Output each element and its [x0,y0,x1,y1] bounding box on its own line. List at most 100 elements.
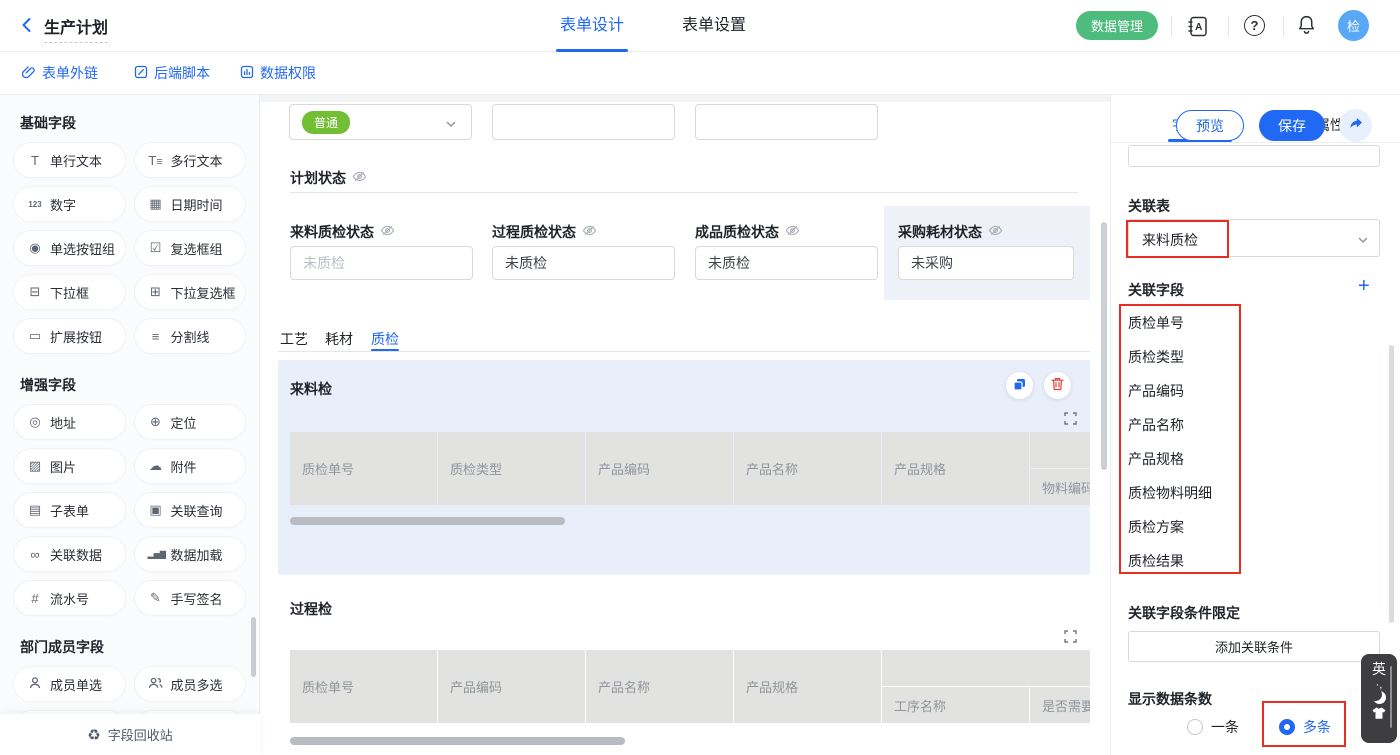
radio-multiple[interactable]: 多条 [1279,717,1331,737]
related-field-item[interactable]: 质检结果 [1128,544,1212,578]
plan-status-field[interactable]: 计划状态 [290,168,367,188]
column-header[interactable]: 产品名称 [734,432,881,505]
page-title[interactable]: 生产计划 [44,14,108,43]
field-item-serial-number[interactable]: #流水号 [14,581,125,615]
condition-label: 关联字段条件限定 [1128,603,1240,623]
related-field-item[interactable]: 产品编码 [1128,374,1212,408]
field-item-member-multi[interactable]: 成员多选 [135,667,246,701]
column-header[interactable]: 产品规格 [882,432,1029,505]
field-item-datetime[interactable]: ▦日期时间 [135,187,246,221]
field-item-number[interactable]: 123数字 [14,187,125,221]
field-item-select[interactable]: ⊟下拉框 [14,275,125,309]
canvas-scrollbar[interactable] [1101,222,1107,470]
column-header[interactable]: 质检单号 [290,650,437,723]
finished-qc-status-input[interactable]: 未质检 [695,246,878,280]
add-field-icon[interactable]: + [1358,276,1370,296]
empty-input-1[interactable] [492,104,675,140]
purchase-status-field[interactable]: 采购耗材状态 [898,222,1003,242]
related-field-item[interactable]: 产品名称 [1128,408,1212,442]
field-item-multi-select[interactable]: ⊞下拉复选框 [135,275,246,309]
data-manage-button[interactable]: 数据管理 [1076,11,1158,40]
app-header: 生产计划 表单设计 表单设置 数据管理 A ? 检 [0,0,1400,52]
moon-icon[interactable] [1373,691,1386,704]
field-item-relation-data[interactable]: ∞关联数据 [14,537,125,571]
eye-off-icon [352,169,367,187]
field-item-multi-line-text[interactable]: T≡多行文本 [135,143,246,177]
field-item-single-line-text[interactable]: T单行文本 [14,143,125,177]
ime-punctuation-icon[interactable]: ·, [1376,682,1383,688]
process-qc-status-field[interactable]: 过程质检状态 [492,222,597,242]
tab-form-settings[interactable]: 表单设置 [682,0,746,52]
column-header[interactable]: 产品编码 [438,650,585,723]
copy-field-button[interactable] [1006,372,1033,399]
process-qc-status-input[interactable]: 未质检 [492,246,675,280]
column-header[interactable]: 工序名称 [882,687,1029,723]
field-item-subform[interactable]: ▤子表单 [14,493,125,527]
column-header[interactable]: 质检单号 [290,432,437,505]
finished-qc-status-field[interactable]: 成品质检状态 [695,222,800,242]
radio-selected-icon [1279,719,1295,735]
field-item-radio-group[interactable]: ◉单选按钮组 [14,231,125,265]
chevron-down-icon [1357,233,1369,249]
column-header[interactable]: 产品名称 [586,650,733,723]
field-item-image[interactable]: ▨图片 [14,449,125,483]
field-item-extend-button[interactable]: ▭扩展按钮 [14,319,125,353]
expand-icon[interactable] [1064,412,1077,428]
process-inspection-title[interactable]: 过程检 [290,599,332,619]
expand-icon[interactable] [1064,630,1077,646]
related-field-item[interactable]: 产品规格 [1128,442,1212,476]
field-item-attachment[interactable]: ☁附件 [135,449,246,483]
script-icon [134,65,148,82]
related-field-item[interactable]: 质检类型 [1128,340,1212,374]
field-item-member-single[interactable]: 成员单选 [14,667,125,701]
field-item-signature[interactable]: ✎手写签名 [135,581,246,615]
shirt-icon[interactable] [1372,707,1386,723]
form-external-link[interactable]: 表单外链 [22,52,98,94]
canvas-tab-craft[interactable]: 工艺 [280,329,308,349]
add-condition-button[interactable]: 添加关联条件 [1128,631,1380,662]
incoming-table-hscrollbar[interactable] [290,517,565,525]
save-button[interactable]: 保存 [1259,110,1325,141]
sidebar-scrollbar[interactable] [251,617,256,677]
column-header[interactable]: 质检类型 [438,432,585,505]
contacts-icon[interactable]: A [1186,15,1209,38]
bell-icon[interactable] [1296,14,1317,35]
level-select[interactable]: 普通 [289,104,472,140]
help-icon[interactable]: ? [1244,15,1265,36]
column-header[interactable]: 是否需要 [1030,687,1090,723]
column-header[interactable]: 物料编码 [1030,469,1090,505]
panel-scrollbar[interactable] [1389,345,1394,623]
field-item-divider[interactable]: ≡分割线 [135,319,246,353]
process-table-hscrollbar[interactable] [290,737,625,745]
tab-form-design[interactable]: 表单设计 [560,0,624,52]
radio-single[interactable]: 一条 [1187,717,1239,737]
field-recycle-bin[interactable]: ♻ 字段回收站 [0,714,260,755]
ime-toolbar[interactable]: 英 ·, [1361,654,1397,743]
avatar[interactable]: 检 [1338,10,1369,41]
column-header[interactable]: 产品编码 [586,432,733,505]
data-permission-link[interactable]: 数据权限 [240,52,316,94]
partial-scrolled-input[interactable] [1128,145,1380,167]
field-item-location[interactable]: ⊕定位 [135,405,246,439]
related-field-item[interactable]: 质检方案 [1128,510,1212,544]
field-item-address[interactable]: ◎地址 [14,405,125,439]
related-field-item[interactable]: 质检物料明细 [1128,476,1212,510]
canvas-tab-consumables[interactable]: 耗材 [325,329,353,349]
field-item-lookup[interactable]: ▣关联查询 [135,493,246,527]
column-header[interactable]: 产品规格 [734,650,881,723]
share-button[interactable] [1339,109,1372,142]
empty-input-2[interactable] [695,104,878,140]
related-field-item[interactable]: 质检单号 [1128,306,1212,340]
preview-button[interactable]: 预览 [1176,110,1244,141]
incoming-qc-status-input[interactable]: 未质检 [290,246,473,280]
delete-field-button[interactable] [1044,372,1071,399]
back-icon[interactable] [18,16,36,34]
field-item-data-load[interactable]: ▂▅▇数据加载 [135,537,246,571]
canvas-tab-quality[interactable]: 质检 [371,329,399,349]
purchase-status-input[interactable]: 未采购 [898,246,1074,280]
related-table-select[interactable]: 来料质检 [1128,219,1380,257]
ime-language-state[interactable]: 英 [1372,659,1386,679]
field-item-checkbox-group[interactable]: ☑复选框组 [135,231,246,265]
backend-script-link[interactable]: 后端脚本 [134,52,210,94]
incoming-qc-status-field[interactable]: 来料质检状态 [290,222,395,242]
